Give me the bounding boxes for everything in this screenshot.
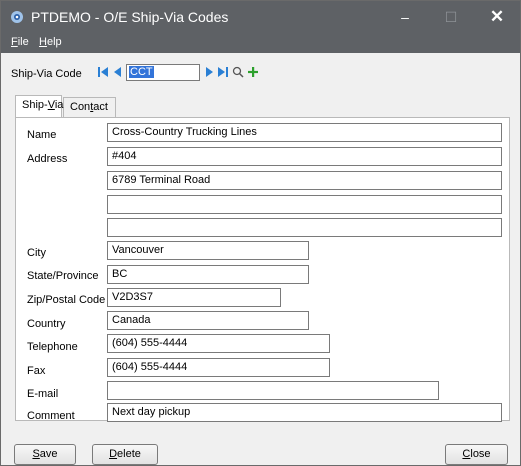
- menu-file[interactable]: File: [11, 36, 29, 48]
- minimize-button[interactable]: –: [382, 1, 428, 33]
- email-field[interactable]: [107, 381, 439, 400]
- next-record-icon[interactable]: [203, 65, 215, 79]
- email-label: E-mail: [27, 388, 59, 400]
- tab-contact[interactable]: Contact: [63, 97, 116, 117]
- telephone-field[interactable]: (604) 555-4444: [107, 334, 330, 353]
- ship-via-code-input[interactable]: CCT: [126, 64, 200, 81]
- first-record-icon[interactable]: [97, 65, 109, 79]
- address-label: Address: [27, 153, 68, 165]
- window-title: PTDEMO - O/E Ship-Via Codes: [31, 9, 229, 25]
- previous-record-icon[interactable]: [112, 65, 124, 79]
- delete-button[interactable]: Delete: [92, 444, 158, 465]
- address-line-2-field[interactable]: 6789 Terminal Road: [107, 171, 502, 190]
- menu-help[interactable]: Help: [39, 36, 62, 48]
- comment-field[interactable]: Next day pickup: [107, 403, 502, 422]
- address-line-1-field[interactable]: #404: [107, 147, 502, 166]
- last-record-icon[interactable]: [217, 65, 229, 79]
- app-window: PTDEMO - O/E Ship-Via Codes – ☐ ✕ File H…: [0, 0, 521, 466]
- maximize-button[interactable]: ☐: [428, 1, 474, 33]
- address-line-4-field[interactable]: [107, 218, 502, 237]
- fax-label: Fax: [27, 365, 46, 377]
- city-field[interactable]: Vancouver: [107, 241, 309, 260]
- app-gear-icon: [11, 11, 23, 23]
- close-button[interactable]: Close: [445, 444, 508, 465]
- close-window-button[interactable]: ✕: [474, 1, 520, 33]
- name-field[interactable]: Cross-Country Trucking Lines: [107, 123, 502, 142]
- ship-via-panel: Name Cross-Country Trucking Lines Addres…: [15, 117, 510, 422]
- country-label: Country: [27, 318, 66, 330]
- address-line-3-field[interactable]: [107, 195, 502, 214]
- search-icon[interactable]: [232, 65, 244, 79]
- title-bar[interactable]: PTDEMO - O/E Ship-Via Codes – ☐ ✕: [1, 1, 520, 33]
- fax-field[interactable]: (604) 555-4444: [107, 358, 330, 377]
- save-button[interactable]: Save: [14, 444, 76, 465]
- menu-bar: File Help: [1, 33, 520, 53]
- telephone-label: Telephone: [27, 341, 78, 353]
- state-province-label: State/Province: [27, 270, 99, 282]
- zip-postal-code-label: Zip/Postal Code: [27, 294, 106, 306]
- country-field[interactable]: Canada: [107, 311, 309, 330]
- city-label: City: [27, 247, 46, 259]
- ship-via-code-label: Ship-Via Code: [11, 68, 82, 80]
- zip-postal-code-field[interactable]: V2D3S7: [107, 288, 281, 307]
- name-label: Name: [27, 129, 57, 141]
- state-province-field[interactable]: BC: [107, 265, 309, 284]
- add-icon[interactable]: [247, 65, 259, 79]
- comment-label: Comment: [27, 410, 75, 422]
- button-bar: Save Delete Close: [1, 432, 520, 465]
- tab-ship-via[interactable]: Ship-Via: [15, 95, 63, 117]
